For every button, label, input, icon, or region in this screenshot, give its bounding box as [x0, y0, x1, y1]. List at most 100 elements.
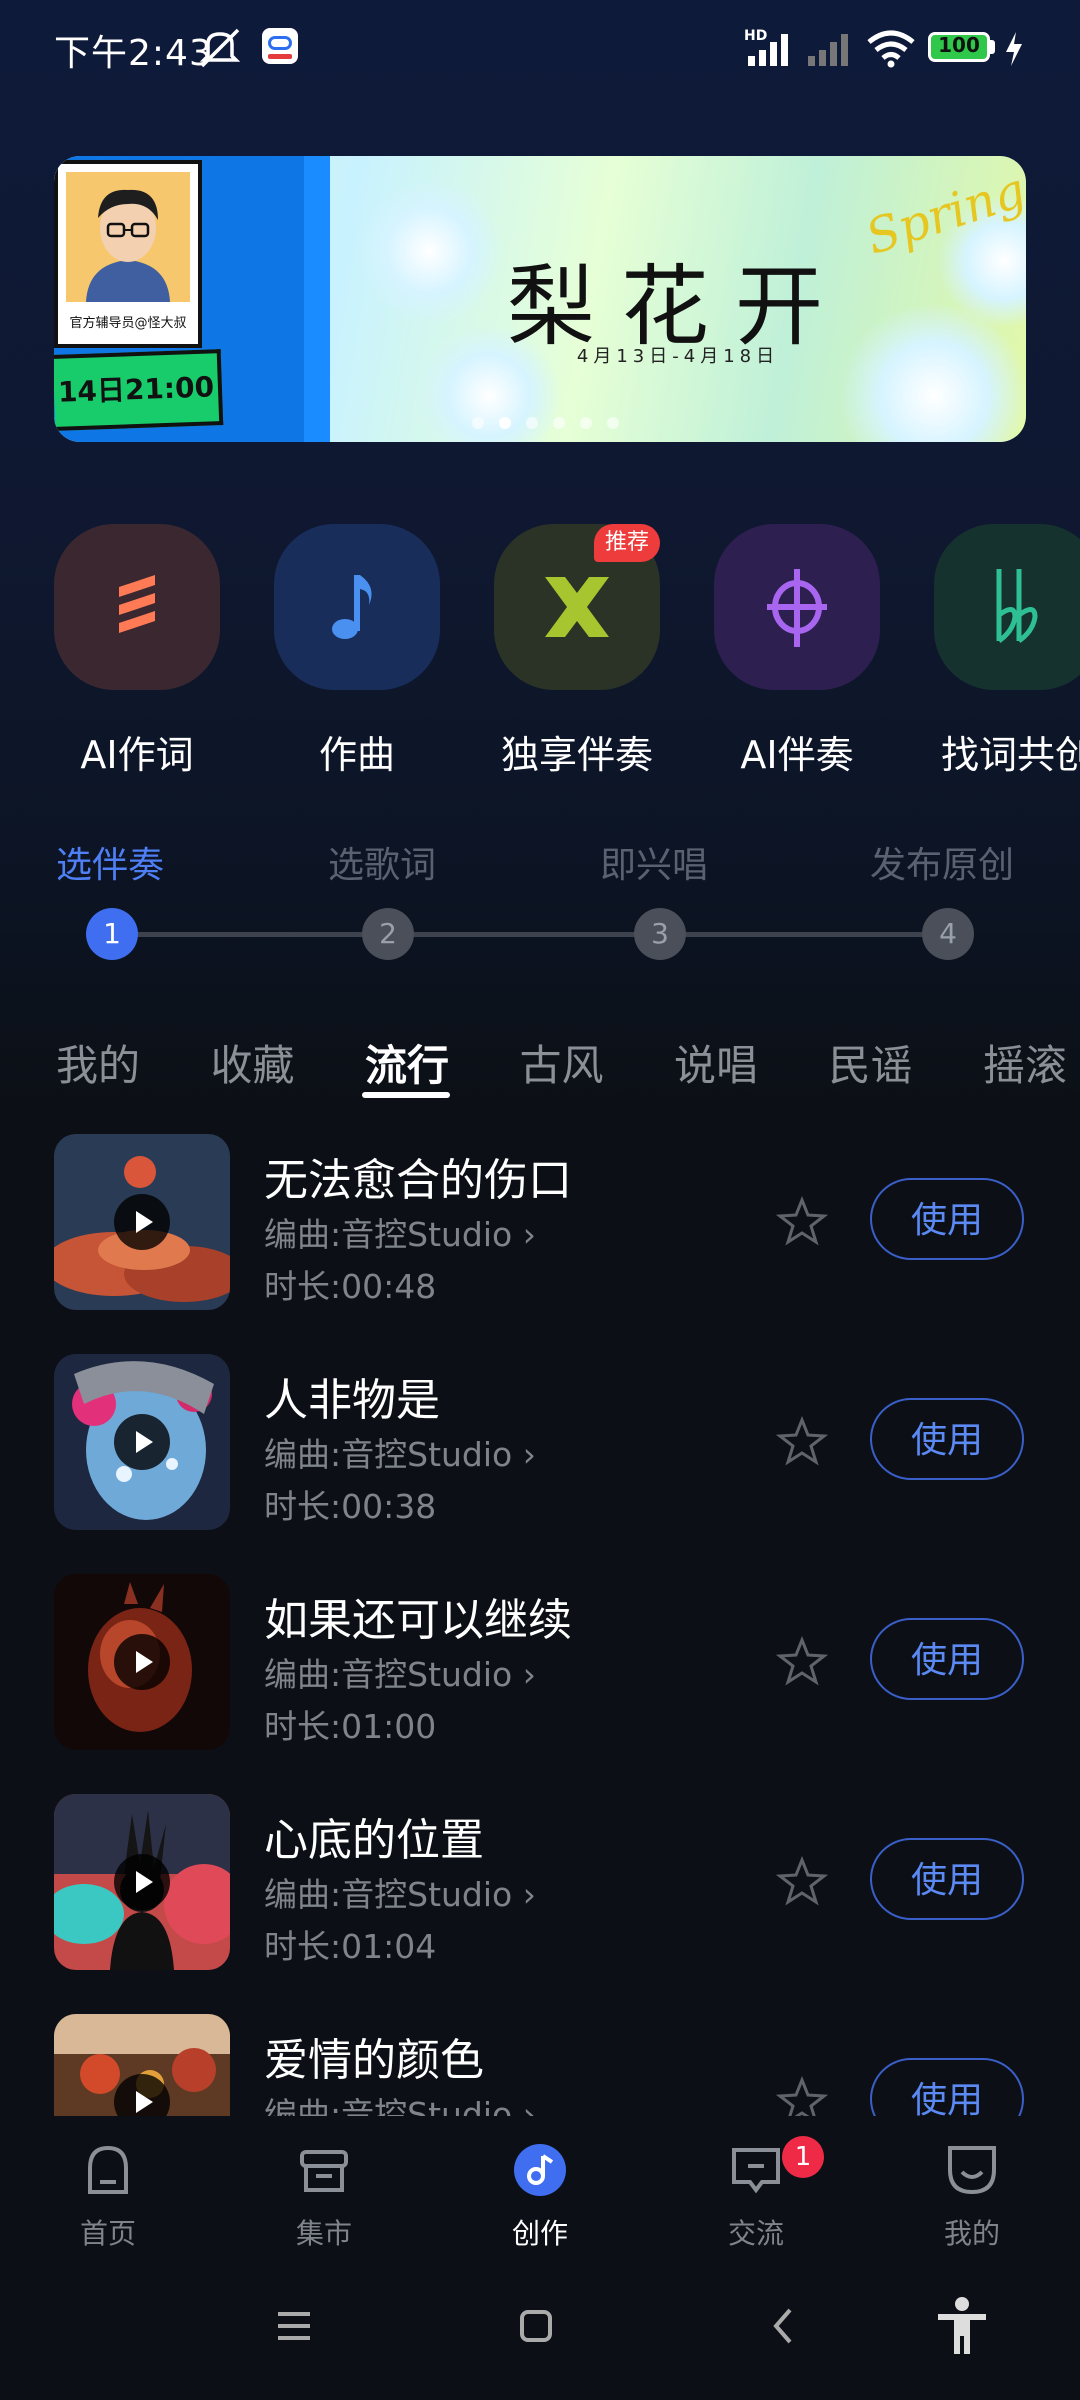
use-button[interactable]: 使用 [870, 2058, 1024, 2116]
song-cover[interactable] [54, 1794, 230, 1970]
star-outline [775, 1855, 829, 1906]
pagination-dot[interactable] [472, 417, 484, 429]
charging-icon [1006, 32, 1022, 66]
accessibility-icon[interactable] [934, 2296, 990, 2356]
star-outline [775, 1415, 829, 1466]
step-progress-line [112, 932, 948, 937]
song-row[interactable]: 如果还可以继续 编曲:音控Studio › 时长:01:00 使用 [0, 1560, 1080, 1780]
song-composer[interactable]: 编曲:音控Studio › [264, 1648, 536, 1696]
tool-label: 找词共创 [940, 733, 1080, 777]
message-badge: 1 [782, 2136, 824, 2178]
chevron-right-icon: › [512, 1435, 536, 1474]
favorite-star-icon[interactable] [775, 1855, 829, 1908]
pagination-dot[interactable] [607, 417, 619, 429]
favorite-star-icon[interactable] [775, 1415, 829, 1468]
favorite-star-icon[interactable] [775, 1195, 829, 1248]
song-composer[interactable]: 编曲:音控Studio › [264, 2088, 536, 2116]
accompaniment-list[interactable]: 无法愈合的伤口 编曲:音控Studio › 时长:00:48 使用 人非物是 编曲:音控S… [0, 1120, 1080, 2116]
chevron-right-icon: › [512, 1215, 536, 1254]
tool-lyrics-stripes-button[interactable] [54, 524, 220, 690]
recommend-badge: 推荐 [594, 524, 660, 562]
genre-tab[interactable]: 流行 [365, 1032, 449, 1093]
use-button[interactable]: 使用 [870, 1618, 1024, 1700]
nav-market[interactable]: 集市 [244, 2116, 404, 2262]
signal-icon [748, 34, 788, 66]
tool-music-note-button[interactable] [274, 524, 440, 690]
wifi-icon [867, 30, 915, 68]
nav-label: 集市 [295, 2217, 352, 2250]
genre-tab[interactable]: 说唱 [674, 1032, 758, 1093]
play-button[interactable] [114, 1634, 170, 1690]
song-cover[interactable] [54, 1574, 230, 1750]
battery-level: 100 [938, 33, 980, 57]
system-navigation-bar [0, 2262, 1080, 2400]
pagination-dot[interactable] [553, 417, 565, 429]
nav-label: 交流 [727, 2217, 784, 2250]
home-square-icon[interactable] [516, 2306, 556, 2346]
composer-text: 编曲:音控Studio [264, 1215, 513, 1254]
banner-pagination[interactable] [472, 414, 634, 430]
play-icon [136, 1211, 153, 1233]
song-duration: 时长:00:48 [264, 1267, 437, 1306]
nav-label: 我的 [943, 2217, 1000, 2250]
instructor-poster: 官方辅导员@怪大叔 [54, 160, 202, 348]
step-number: 1 [86, 908, 138, 960]
signal-weak-icon [808, 34, 848, 66]
genre-tab-underline [362, 1092, 450, 1098]
pagination-dot[interactable] [580, 417, 592, 429]
favorite-star-icon[interactable] [775, 1635, 829, 1688]
genre-tab[interactable]: 摇滚 [983, 1032, 1067, 1093]
song-cover[interactable] [54, 1354, 230, 1530]
back-icon[interactable] [764, 2306, 804, 2346]
song-row[interactable]: 人非物是 编曲:音控Studio › 时长:00:38 使用 [0, 1340, 1080, 1560]
genre-tab[interactable]: 我的 [56, 1032, 140, 1093]
step-number: 2 [362, 908, 414, 960]
star-outline [775, 1195, 829, 1246]
song-composer[interactable]: 编曲:音控Studio › [264, 1208, 536, 1256]
tool-label: 作曲 [318, 733, 395, 777]
status-time: 下午2:43 [54, 33, 213, 74]
song-cover[interactable] [54, 2014, 230, 2116]
song-composer[interactable]: 编曲:音控Studio › [264, 1428, 536, 1476]
tool-crosshair-button[interactable] [714, 524, 880, 690]
banner-stripe [304, 156, 330, 442]
song-composer[interactable]: 编曲:音控Studio › [264, 1868, 536, 1916]
menu-icon[interactable] [274, 2306, 314, 2346]
chevron-right-icon: › [512, 1875, 536, 1914]
song-duration: 时长:01:04 [264, 1927, 437, 1966]
bottom-navigation: 首页 集市 创作 交流 我的 [0, 2116, 1080, 2262]
tool-label: AI作词 [80, 733, 194, 777]
use-button[interactable]: 使用 [870, 1178, 1024, 1260]
favorite-star-icon[interactable] [775, 2075, 829, 2116]
play-icon [136, 1871, 153, 1893]
song-title: 如果还可以继续 [264, 1595, 572, 1646]
song-title: 心底的位置 [264, 1815, 484, 1866]
play-button[interactable] [114, 1414, 170, 1470]
use-button[interactable]: 使用 [870, 1398, 1024, 1480]
nav-create[interactable]: 创作 [460, 2116, 620, 2262]
nav-home[interactable]: 首页 [28, 2116, 188, 2262]
promo-banner[interactable]: 官方辅导员@怪大叔 14日21:00 Spring 梨花开 4月13日-4月18… [54, 156, 1026, 442]
genre-tab[interactable]: 古风 [520, 1032, 604, 1093]
song-cover[interactable] [54, 1134, 230, 1310]
pagination-dot[interactable] [499, 417, 511, 429]
double-flat-icon [996, 569, 1038, 644]
composer-text: 编曲:音控Studio [264, 1435, 513, 1474]
song-title: 无法愈合的伤口 [264, 1155, 572, 1206]
song-row[interactable]: 爱情的颜色 编曲:音控Studio › 使用 [0, 2000, 1080, 2116]
app-notification-icon [262, 28, 298, 64]
nav-profile[interactable]: 我的 [892, 2116, 1052, 2262]
song-row[interactable]: 无法愈合的伤口 编曲:音控Studio › 时长:00:48 使用 [0, 1120, 1080, 1340]
pagination-dot[interactable] [526, 417, 538, 429]
song-row[interactable]: 心底的位置 编曲:音控Studio › 时长:01:04 使用 [0, 1780, 1080, 2000]
star-outline [775, 1635, 829, 1686]
genre-tab[interactable]: 民谣 [829, 1032, 913, 1093]
song-duration: 时长:01:00 [264, 1707, 437, 1746]
genre-tab[interactable]: 收藏 [211, 1032, 295, 1093]
chat-icon [732, 2148, 780, 2194]
play-button[interactable] [114, 1194, 170, 1250]
step-label: 选歌词 [328, 845, 437, 886]
play-button[interactable] [114, 1854, 170, 1910]
tool-double-flat-button[interactable] [934, 524, 1080, 690]
use-button[interactable]: 使用 [870, 1838, 1024, 1920]
